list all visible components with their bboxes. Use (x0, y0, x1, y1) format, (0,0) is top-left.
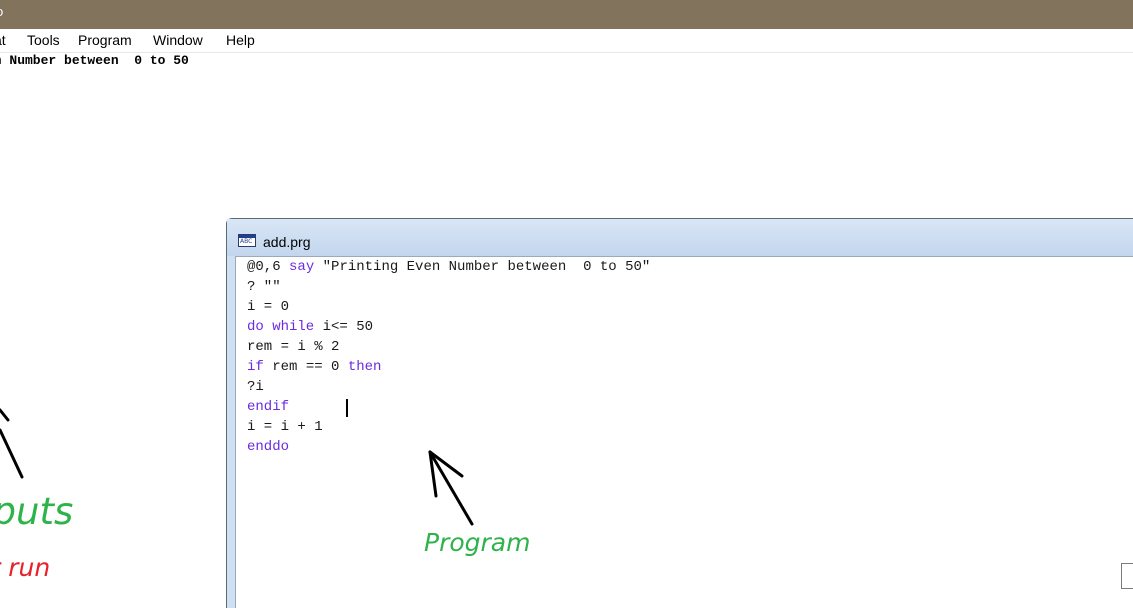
annotation-outputs: tputs (0, 490, 74, 533)
code-keyword: do while (247, 319, 315, 335)
code-keyword: enddo (247, 439, 290, 455)
outputs-arrow-head (0, 408, 10, 422)
code-line: i = 0 (247, 297, 289, 317)
code-editor[interactable]: @0,6 say "Printing Even Number between 0… (235, 256, 1133, 608)
code-keyword: say (289, 259, 315, 275)
code-keyword: if (247, 359, 264, 375)
code-line: endif (247, 397, 289, 417)
menu-format[interactable]: at (0, 32, 6, 48)
text-caret (346, 399, 348, 417)
code-text: i = 0 (247, 299, 290, 315)
menu-window[interactable]: Window (153, 32, 203, 48)
program-output-line: en Number between 0 to 50 (0, 53, 189, 68)
code-line: ? "" (247, 277, 281, 297)
code-keyword: then (347, 359, 382, 375)
editor-window[interactable]: ABC add.prg @0,6 say "Printing Even Numb… (226, 218, 1133, 608)
code-line: i = i + 1 (247, 417, 323, 437)
text-document-icon: ABC (238, 234, 256, 247)
outputs-arrow (0, 408, 24, 479)
window-corner[interactable] (1121, 563, 1133, 589)
code-text: rem == 0 (263, 359, 348, 375)
editor-title: add.prg (263, 234, 311, 250)
code-line: do while i<= 50 (247, 317, 373, 337)
code-line: rem = i % 2 (247, 337, 339, 357)
code-line: @0,6 say "Printing Even Number between 0… (247, 257, 650, 277)
editor-titlebar[interactable]: ABC add.prg (227, 219, 1133, 256)
menu-program[interactable]: Program (78, 32, 132, 48)
code-text: @0,6 (247, 259, 290, 275)
code-text: ?i (247, 379, 264, 395)
code-text: ? "" (247, 279, 281, 295)
code-line: ?i (247, 377, 264, 397)
menu-help[interactable]: Help (226, 32, 255, 48)
code-line: enddo (247, 437, 289, 457)
code-text: "Printing Even Number between 0 to 50" (314, 259, 651, 275)
app-titlebar: o (0, 0, 1133, 29)
code-text: i<= 50 (314, 319, 374, 335)
annotation-program: Program (424, 528, 531, 557)
outputs-arrow-shaft (0, 428, 24, 479)
code-line: if rem == 0 then (247, 357, 381, 377)
code-text: i = i + 1 (247, 419, 323, 435)
code-text: rem = i % 2 (247, 339, 340, 355)
menu-bar: at Tools Program Window Help (0, 29, 1133, 53)
doc-icon-text: ABC (240, 238, 253, 245)
annotation-run: r run (0, 553, 51, 582)
menu-tools[interactable]: Tools (27, 32, 60, 48)
app-title-fragment: o (0, 4, 3, 19)
code-keyword: endif (247, 399, 290, 415)
